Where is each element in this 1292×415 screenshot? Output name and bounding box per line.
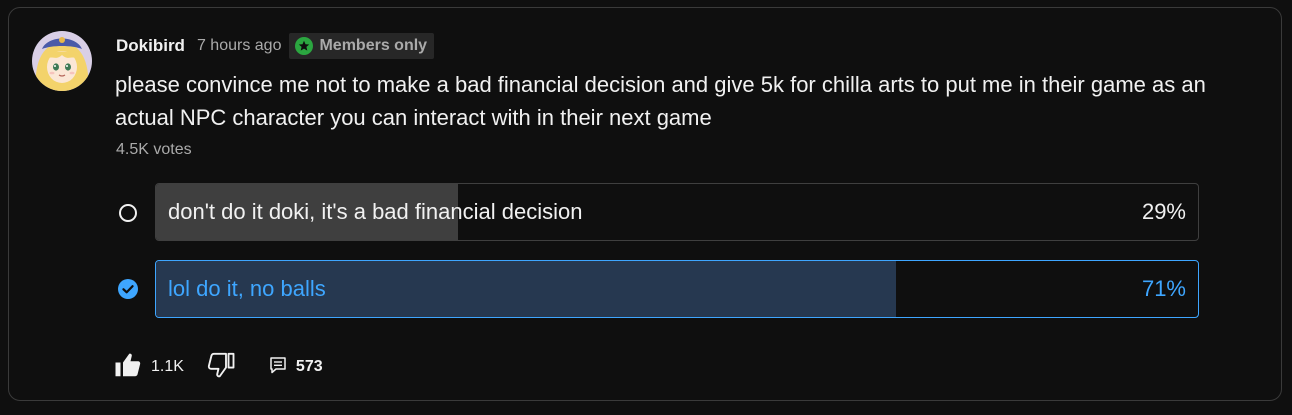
comment-count: 573	[295, 358, 323, 375]
post-timestamp[interactable]: 7 hours ago	[197, 37, 282, 55]
thumbs-up-icon	[113, 350, 143, 385]
post-text: please convince me not to make a bad fin…	[115, 72, 1206, 130]
poll-option-label: don't do it doki, it's a bad financial d…	[168, 199, 583, 224]
radio-unselected-icon[interactable]	[118, 203, 138, 223]
avatar[interactable]	[32, 31, 92, 91]
thumbs-down-icon	[206, 350, 236, 385]
vote-count: 4.5K votes	[116, 141, 192, 158]
author-name[interactable]: Dokibird	[116, 36, 185, 56]
comments-icon	[268, 355, 288, 380]
poll-option-label: lol do it, no balls	[168, 276, 326, 301]
members-only-badge: Members only	[289, 33, 435, 59]
poll-option-percent: 29%	[1141, 199, 1186, 224]
members-only-label: Members only	[319, 37, 428, 54]
post-header: Dokibird 7 hours ago Members only	[116, 33, 435, 59]
post-card: Dokibird 7 hours ago Members only please…	[8, 7, 1282, 401]
action-bar: 1.1K 573	[113, 350, 323, 384]
radio-checked-icon[interactable]	[118, 279, 138, 299]
like-count: 1.1K	[151, 358, 184, 375]
poll-option-selected[interactable]: lol do it, no balls 71%	[155, 260, 1199, 318]
like-button[interactable]: 1.1K	[113, 350, 184, 385]
comments-button[interactable]: 573	[268, 355, 323, 380]
poll-option[interactable]: don't do it doki, it's a bad financial d…	[155, 183, 1199, 241]
poll-option-percent: 71%	[1141, 276, 1186, 301]
dislike-button[interactable]	[206, 350, 236, 385]
star-icon	[295, 37, 314, 55]
